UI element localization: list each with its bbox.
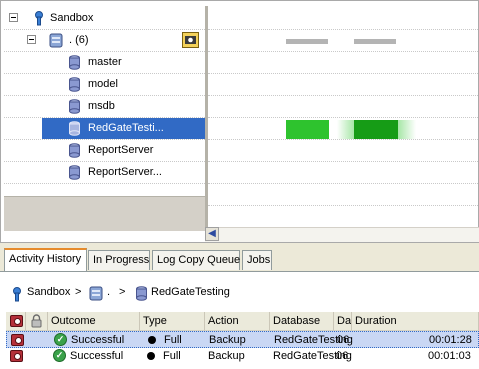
- type-cell: Full: [163, 350, 181, 362]
- breadcrumb-database[interactable]: RedGateTesting: [151, 286, 230, 298]
- action-cell: Backup: [209, 334, 246, 346]
- database-label: model: [88, 78, 118, 90]
- server-tree[interactable]: Sandbox . (6) master model msdb RedGateT…: [4, 6, 205, 196]
- breadcrumb-separator: >: [75, 286, 82, 298]
- sandbox-icon: [35, 11, 43, 26]
- tab-log-copy-queue[interactable]: Log Copy Queue: [152, 250, 240, 270]
- database-label: master: [88, 56, 122, 68]
- database-label: msdb: [88, 100, 115, 112]
- database-icon: [136, 286, 147, 301]
- tree-node-db-msdb[interactable]: msdb: [4, 96, 205, 118]
- database-label: ReportServer: [88, 144, 154, 156]
- lock-icon: [31, 314, 42, 328]
- horizontal-scrollbar[interactable]: [205, 227, 479, 242]
- timeline-row: [208, 118, 478, 140]
- detail-tabs: Activity History In Progress Log Copy Qu…: [0, 248, 479, 272]
- database-icon: [69, 77, 80, 92]
- timeline-row: [208, 140, 478, 162]
- server-icon: [89, 286, 103, 301]
- column-header-duration[interactable]: Duration: [352, 312, 479, 331]
- tree-node-server[interactable]: . (6): [4, 30, 205, 52]
- timeline-row: [208, 184, 478, 206]
- database-icon: [69, 99, 80, 114]
- server-activity-bar: [286, 39, 328, 44]
- breadcrumb-separator: >: [119, 286, 126, 298]
- database-icon: [69, 165, 80, 180]
- table-row[interactable]: ✓ Successful Full Backup RedGateTesting …: [6, 331, 479, 348]
- activity-history-grid[interactable]: Outcome Type Action Database Dat Duratio…: [6, 312, 479, 368]
- server-icon: [49, 33, 63, 48]
- success-icon: ✓: [53, 349, 66, 362]
- outcome-cell: Successful: [71, 334, 125, 346]
- database-label: RedGateTesti...: [88, 122, 164, 134]
- column-header-action[interactable]: Action: [205, 312, 270, 331]
- tree-node-sandbox[interactable]: Sandbox: [4, 8, 205, 30]
- duration-cell: 00:01:03: [428, 350, 471, 362]
- timeline-row: [208, 162, 478, 184]
- sandbox-label: Sandbox: [50, 12, 94, 24]
- column-header-date[interactable]: Dat: [334, 312, 352, 331]
- tree-node-db-reportserver[interactable]: ReportServer: [4, 140, 205, 162]
- column-header-database[interactable]: Database: [270, 312, 334, 331]
- outcome-cell: Successful: [70, 350, 124, 362]
- server-label: . (6): [69, 34, 89, 46]
- success-icon: ✓: [54, 333, 67, 346]
- date-cell: 06: [336, 350, 349, 362]
- column-header-outcome[interactable]: Outcome: [48, 312, 140, 331]
- table-row[interactable]: ✓ Successful Full Backup RedGateTesting …: [6, 348, 479, 365]
- column-header-job-type[interactable]: [6, 312, 26, 331]
- collapse-toggle[interactable]: [27, 35, 36, 44]
- full-backup-icon: [148, 336, 156, 344]
- tree-node-db-redgatetesting[interactable]: RedGateTesti...: [4, 118, 205, 140]
- column-header-type[interactable]: Type: [140, 312, 205, 331]
- backup-job-icon: [10, 350, 23, 362]
- timeline-row: [208, 52, 478, 74]
- timeline-row: [208, 96, 478, 118]
- activity-timeline[interactable]: [208, 6, 478, 226]
- camera-icon[interactable]: [182, 32, 199, 48]
- tab-in-progress[interactable]: In Progress: [88, 250, 150, 270]
- timeline-row: [208, 30, 478, 52]
- sandbox-icon: [13, 287, 21, 302]
- breadcrumb-sandbox[interactable]: Sandbox: [27, 286, 70, 298]
- tree-node-db-master[interactable]: master: [4, 52, 205, 74]
- tab-jobs[interactable]: Jobs: [242, 250, 272, 270]
- tab-activity-history[interactable]: Activity History: [4, 248, 87, 271]
- full-backup-icon: [147, 352, 155, 360]
- duration-cell: 00:01:28: [429, 334, 472, 346]
- database-icon: [69, 55, 80, 70]
- collapse-toggle[interactable]: [9, 13, 18, 22]
- database-icon: [69, 143, 80, 158]
- backup-activity-bar[interactable]: [286, 120, 329, 139]
- column-header-status[interactable]: [26, 312, 48, 331]
- breadcrumb-server[interactable]: .: [107, 286, 110, 298]
- backup-activity-fade: [398, 120, 416, 139]
- type-cell: Full: [164, 334, 182, 346]
- date-cell: 06: [337, 334, 350, 346]
- backup-activity-bar[interactable]: [354, 120, 398, 139]
- backup-job-icon: [11, 334, 24, 346]
- server-activity-bar: [354, 39, 396, 44]
- timeline-row: [208, 74, 478, 96]
- tree-node-db-model[interactable]: model: [4, 74, 205, 96]
- action-cell: Backup: [208, 350, 245, 362]
- tree-node-db-reportservertempdb[interactable]: ReportServer...: [4, 162, 205, 184]
- database-icon: [69, 121, 80, 136]
- database-label: ReportServer...: [88, 166, 162, 178]
- tree-empty-area: [4, 196, 205, 231]
- backup-activity-fade: [337, 120, 354, 139]
- camera-icon: [10, 315, 23, 327]
- scroll-left-icon[interactable]: ◀: [205, 227, 219, 241]
- timeline-row: [208, 8, 478, 30]
